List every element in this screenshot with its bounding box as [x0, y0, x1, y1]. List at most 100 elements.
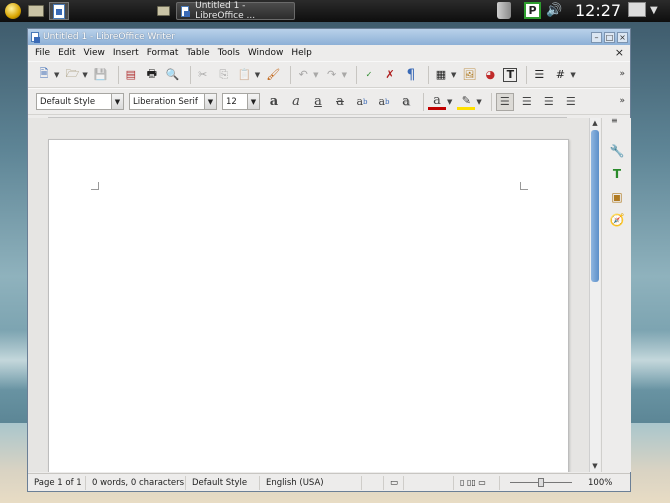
top-panel: Untitled 1 - LibreOffice ... P 🔊 12:27 ▼: [0, 0, 670, 22]
font-color-dropdown-icon[interactable]: ▼: [447, 98, 452, 106]
close-window-button[interactable]: ×: [617, 31, 628, 43]
font-size-dropdown-icon[interactable]: ▼: [247, 94, 259, 109]
toolbar-overflow-icon[interactable]: »: [619, 69, 625, 79]
clock[interactable]: 12:27: [575, 1, 621, 20]
bold-icon[interactable]: a: [265, 93, 283, 111]
main-menu-button[interactable]: [3, 2, 23, 20]
undo-icon[interactable]: ↶: [295, 67, 311, 83]
insert-textbox-icon[interactable]: T: [503, 67, 518, 82]
minimize-button[interactable]: –: [591, 31, 602, 43]
shadow-icon[interactable]: a: [397, 93, 415, 111]
zoom-slider[interactable]: [506, 476, 576, 490]
page-style[interactable]: Default Style: [186, 475, 260, 490]
panel-menu-arrow-icon[interactable]: ▼: [650, 5, 658, 16]
styles-icon[interactable]: T: [609, 166, 625, 182]
subscript-icon[interactable]: ab: [375, 93, 393, 111]
volume-icon[interactable]: 🔊: [546, 3, 562, 18]
export-pdf-icon[interactable]: ▤: [123, 67, 139, 83]
save-icon[interactable]: 💾: [93, 67, 109, 83]
navigator-icon[interactable]: 🧭: [609, 212, 625, 228]
paragraph-style-combo[interactable]: Default Style ▼: [36, 93, 124, 110]
underline-icon[interactable]: a: [309, 93, 327, 111]
insert-mode-indicator[interactable]: [362, 475, 384, 490]
zoom-level[interactable]: 100%: [582, 476, 618, 490]
print-preview-icon[interactable]: 🔍: [165, 67, 181, 83]
document-modified-icon[interactable]: [404, 475, 454, 490]
word-count[interactable]: 0 words, 0 characters: [86, 475, 186, 490]
sidebar-menu-icon[interactable]: ≡: [611, 116, 618, 125]
properties-icon[interactable]: 🔧: [609, 143, 625, 159]
menu-format[interactable]: Format: [143, 48, 183, 58]
open-dropdown-icon[interactable]: ▼: [82, 71, 87, 79]
page-count[interactable]: Page 1 of 1: [28, 475, 86, 490]
superscript-icon[interactable]: ab: [353, 93, 371, 111]
selection-mode-icon[interactable]: ▭: [384, 475, 404, 490]
zoom-slider-knob[interactable]: [538, 477, 544, 487]
align-center-icon[interactable]: ☰: [518, 93, 536, 111]
scrollbar-thumb[interactable]: [591, 130, 599, 282]
insert-chart-icon[interactable]: ◕: [482, 67, 498, 83]
language-indicator[interactable]: English (USA): [260, 475, 362, 490]
new-document-icon[interactable]: 🗎: [36, 67, 52, 83]
file-manager-launcher[interactable]: [26, 2, 46, 20]
font-color-icon[interactable]: a: [428, 93, 446, 110]
insert-table-icon[interactable]: ▦: [433, 67, 449, 83]
menu-table[interactable]: Table: [182, 48, 213, 58]
insert-image-icon[interactable]: 🖼: [461, 67, 477, 83]
insert-page-break-icon[interactable]: ☰: [531, 67, 547, 83]
redo-icon[interactable]: ↷: [324, 67, 340, 83]
paragraph-style-dropdown-icon[interactable]: ▼: [111, 94, 123, 109]
paste-dropdown-icon[interactable]: ▼: [255, 71, 260, 79]
close-document-icon[interactable]: ×: [615, 46, 624, 59]
open-folder-icon[interactable]: 🗁: [64, 67, 80, 83]
align-right-icon[interactable]: ☰: [540, 93, 558, 111]
spellcheck-icon[interactable]: ✓: [361, 67, 377, 83]
redo-dropdown-icon[interactable]: ▼: [342, 71, 347, 79]
table-dropdown-icon[interactable]: ▼: [451, 71, 456, 79]
font-size-combo[interactable]: 12 ▼: [222, 93, 260, 110]
formatting-marks-icon[interactable]: ¶: [403, 67, 419, 83]
highlighting-dropdown-icon[interactable]: ▼: [476, 98, 481, 106]
new-dropdown-icon[interactable]: ▼: [54, 71, 59, 79]
tray-p-icon[interactable]: P: [524, 2, 541, 19]
menu-window[interactable]: Window: [244, 48, 288, 58]
gallery-icon[interactable]: ▣: [609, 189, 625, 205]
cut-icon[interactable]: ✂: [195, 67, 211, 83]
print-icon[interactable]: 🖶: [144, 67, 160, 83]
show-desktop-button[interactable]: [153, 2, 173, 20]
menu-tools[interactable]: Tools: [214, 48, 244, 58]
copy-icon[interactable]: ⎘: [216, 67, 232, 83]
insert-field-icon[interactable]: #: [552, 67, 568, 83]
highlighting-icon[interactable]: ✎: [457, 94, 476, 110]
window-titlebar[interactable]: Untitled 1 - LibreOffice Writer – □ ×: [28, 29, 630, 45]
menu-file[interactable]: File: [31, 48, 54, 58]
field-dropdown-icon[interactable]: ▼: [570, 71, 575, 79]
user-display-icon[interactable]: [628, 2, 646, 17]
menu-help[interactable]: Help: [287, 48, 316, 58]
formatting-overflow-icon[interactable]: »: [619, 96, 625, 106]
taskbar-window-label: Untitled 1 - LibreOffice ...: [195, 1, 256, 21]
view-layout-icons[interactable]: ▯ ▯▯ ▭: [454, 475, 500, 490]
trash-icon[interactable]: [497, 2, 511, 19]
menu-view[interactable]: View: [80, 48, 109, 58]
auto-spellcheck-icon[interactable]: ✗: [382, 67, 398, 83]
justify-icon[interactable]: ☰: [562, 93, 580, 111]
writer-launcher[interactable]: [49, 2, 69, 20]
undo-dropdown-icon[interactable]: ▼: [313, 71, 318, 79]
menu-insert[interactable]: Insert: [109, 48, 143, 58]
italic-icon[interactable]: a: [287, 93, 305, 111]
align-left-icon[interactable]: ☰: [495, 92, 514, 111]
font-name-dropdown-icon[interactable]: ▼: [204, 94, 216, 109]
document-page[interactable]: [48, 139, 569, 472]
taskbar-window-button[interactable]: Untitled 1 - LibreOffice ...: [176, 1, 295, 21]
strikethrough-icon[interactable]: a: [331, 93, 349, 111]
clone-formatting-icon[interactable]: 🖌: [265, 67, 281, 83]
scroll-down-icon[interactable]: ▼: [590, 461, 600, 472]
vertical-scrollbar[interactable]: ▲ ▼: [589, 118, 600, 472]
maximize-button[interactable]: □: [604, 31, 615, 43]
scroll-up-icon[interactable]: ▲: [590, 118, 600, 129]
paste-icon[interactable]: 📋: [237, 67, 253, 83]
menu-edit[interactable]: Edit: [54, 48, 79, 58]
font-name-combo[interactable]: Liberation Serif ▼: [129, 93, 217, 110]
main-menu-orb-icon: [5, 3, 21, 19]
